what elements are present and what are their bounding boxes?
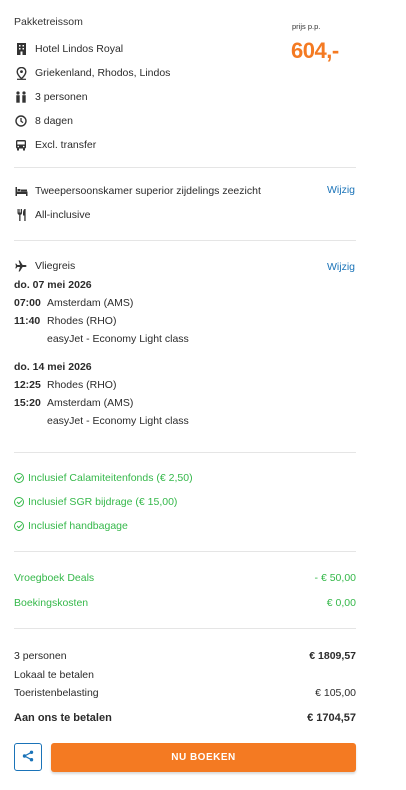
inclusion-item: Inclusief handbagage	[14, 520, 128, 532]
share-button[interactable]	[14, 743, 42, 771]
building-icon	[14, 42, 28, 56]
booking-costs-value: € 0,00	[326, 597, 356, 609]
board-type: All-inclusive	[35, 209, 91, 221]
inclusion-text: Inclusief Calamiteitenfonds (€ 2,50)	[28, 472, 193, 484]
inclusion-text: Inclusief handbagage	[28, 520, 128, 532]
divider	[14, 551, 356, 552]
room-type: Tweepersoonskamer superior zijdelings ze…	[35, 185, 261, 197]
tourist-tax-label: Toeristenbelasting	[14, 687, 99, 699]
check-circle-icon	[14, 521, 24, 531]
clock-icon	[14, 114, 28, 128]
persons-total-value: € 1809,57	[309, 650, 356, 662]
share-icon	[22, 750, 34, 765]
persons-text: 3 personen	[35, 91, 88, 103]
early-booking-value: - € 50,00	[314, 572, 356, 584]
outbound-carrier: easyJet - Economy Light class	[47, 333, 189, 345]
location-row: Griekenland, Rhodos, Lindos	[14, 66, 170, 80]
return-date: do. 14 mei 2026	[14, 361, 92, 373]
check-circle-icon	[14, 497, 24, 507]
outbound-arr-place: Rhodes (RHO)	[47, 315, 117, 327]
check-circle-icon	[14, 473, 24, 483]
return-carrier: easyJet - Economy Light class	[47, 415, 189, 427]
booking-costs-label: Boekingskosten	[14, 597, 89, 609]
return-dep-place: Rhodes (RHO)	[47, 379, 117, 391]
bed-icon	[14, 184, 28, 198]
change-room-link[interactable]: Wijzig	[327, 184, 355, 196]
book-now-button[interactable]: NU BOEKEN	[51, 743, 356, 772]
outbound-date: do. 07 mei 2026	[14, 279, 92, 291]
duration-row: 8 dagen	[14, 114, 73, 128]
outbound-arr-time: 11:40	[14, 315, 41, 327]
persons-row: 3 personen	[14, 90, 88, 104]
board-row: All-inclusive	[14, 208, 90, 222]
hotel-row: Hotel Lindos Royal	[14, 42, 123, 56]
change-flight-link[interactable]: Wijzig	[327, 261, 355, 273]
divider	[14, 452, 356, 453]
divider	[14, 240, 356, 241]
inclusion-item: Inclusief SGR bijdrage (€ 15,00)	[14, 496, 177, 508]
hotel-name: Hotel Lindos Royal	[35, 43, 124, 55]
transfer-text: Excl. transfer	[35, 139, 97, 151]
room-row: Tweepersoonskamer superior zijdelings ze…	[14, 184, 261, 198]
divider	[14, 167, 356, 168]
cutlery-icon	[14, 208, 28, 222]
price-per-person-label: prijs p.p.	[292, 22, 321, 31]
return-arr-time: 15:20	[14, 397, 41, 409]
flight-row: Vliegreis	[14, 259, 75, 273]
airplane-icon	[14, 259, 28, 273]
package-title: Pakketreissom	[14, 16, 83, 28]
return-arr-place: Amsterdam (AMS)	[47, 397, 134, 409]
persons-total-label: 3 personen	[14, 650, 67, 662]
persons-icon	[14, 90, 28, 104]
total-label: Aan ons te betalen	[14, 712, 112, 724]
divider	[14, 628, 356, 629]
outbound-dep-place: Amsterdam (AMS)	[47, 297, 134, 309]
inclusion-item: Inclusief Calamiteitenfonds (€ 2,50)	[14, 472, 193, 484]
transfer-row: Excl. transfer	[14, 138, 96, 152]
location-pin-icon	[14, 66, 28, 80]
flight-label: Vliegreis	[35, 260, 76, 272]
location-text: Griekenland, Rhodos, Lindos	[35, 67, 171, 79]
total-value: € 1704,57	[307, 712, 356, 724]
price-value: 604,-	[291, 38, 339, 63]
duration-text: 8 dagen	[35, 115, 73, 127]
bus-icon	[14, 138, 28, 152]
outbound-dep-time: 07:00	[14, 297, 41, 309]
tourist-tax-value: € 105,00	[315, 687, 356, 699]
local-payment-label: Lokaal te betalen	[14, 669, 94, 681]
return-dep-time: 12:25	[14, 379, 41, 391]
early-booking-label: Vroegboek Deals	[14, 572, 95, 584]
inclusion-text: Inclusief SGR bijdrage (€ 15,00)	[28, 496, 178, 508]
